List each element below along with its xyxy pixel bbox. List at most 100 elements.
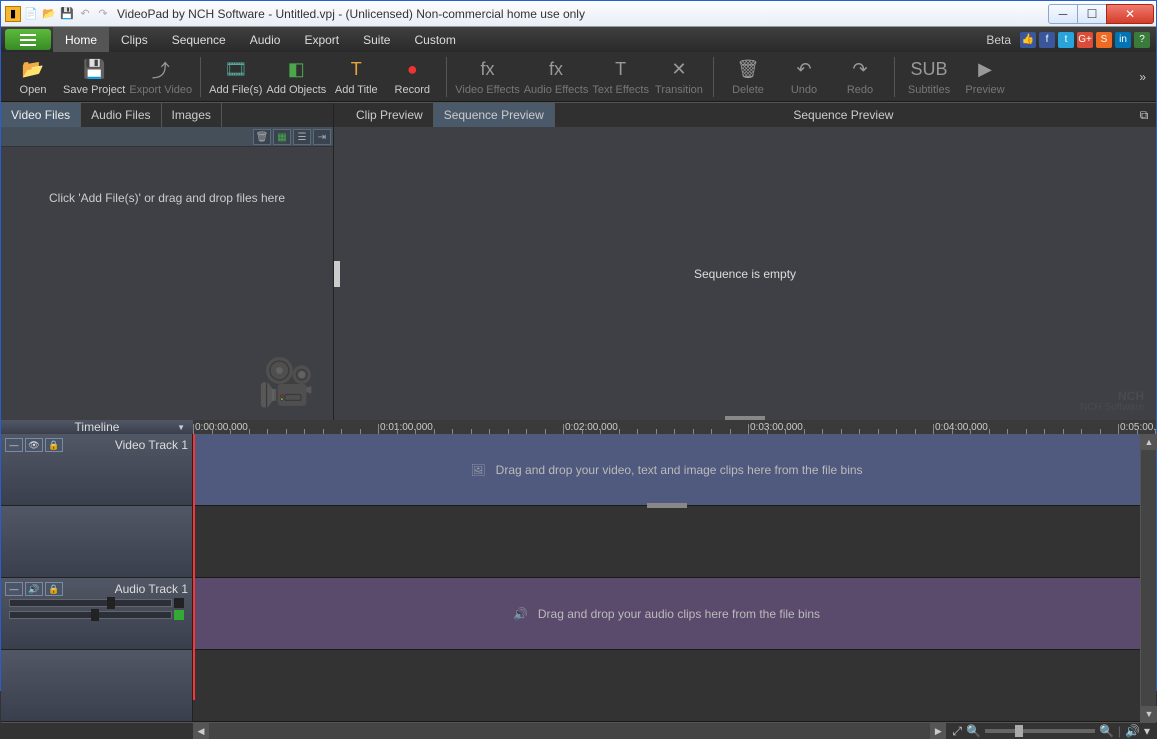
ruler-tick: 0:05:00.000 [1120, 422, 1156, 433]
video-effects-button[interactable]: fxVideo Effects [455, 54, 519, 100]
menu-custom[interactable]: Custom [402, 27, 467, 52]
tab-video-files[interactable]: Video Files [1, 103, 81, 127]
scroll-right-icon[interactable]: ▶ [930, 723, 946, 739]
track-eye-icon[interactable]: 👁 [25, 438, 43, 452]
hamburger-icon [20, 34, 36, 46]
delete-button[interactable]: 🗑Delete [722, 54, 774, 100]
track-lock-icon[interactable]: 🔒 [45, 582, 63, 596]
add-objects-button[interactable]: ◧Add Objects [266, 54, 326, 100]
audio-effects-button[interactable]: fxAudio Effects [524, 54, 589, 100]
minimize-button[interactable]: ─ [1048, 4, 1078, 24]
new-icon[interactable]: 📄 [23, 6, 39, 22]
add-files-button[interactable]: 🎞Add File(s) [209, 54, 262, 100]
separator [713, 57, 714, 97]
add-title-button[interactable]: TAdd Title [330, 54, 382, 100]
bin-delete-icon[interactable]: 🗑 [253, 129, 271, 145]
fx-text-icon: T [609, 58, 633, 82]
track-splitter[interactable] [647, 503, 687, 508]
track-fx-icon[interactable]: — [5, 582, 23, 596]
audio-track-hint: Drag and drop your audio clips here from… [538, 607, 820, 621]
app-menu-button[interactable] [5, 29, 51, 50]
add-objects-icon: ◧ [284, 58, 308, 82]
ribbon-overflow[interactable]: » [1135, 66, 1150, 88]
open-button[interactable]: 📂Open [7, 54, 59, 100]
volume-icon[interactable]: 🔊 [1125, 724, 1140, 738]
detach-preview-icon[interactable]: ⧉ [1132, 108, 1156, 123]
facebook-icon[interactable]: f [1039, 32, 1055, 48]
bin-thumb-icon[interactable]: ▦ [273, 129, 291, 145]
zoom-fit-icon[interactable]: ⤢ [952, 724, 962, 739]
bin-tabs: Video Files Audio Files Images [1, 103, 333, 127]
pane-splitter[interactable] [334, 261, 340, 287]
video-track-dropzone[interactable]: 🖼 Drag and drop your video, text and ima… [193, 434, 1140, 506]
titlebar: ▮ 📄 📂 💾 ↶ ↷ VideoPad by NCH Software - U… [1, 1, 1156, 27]
twitter-icon[interactable]: t [1058, 32, 1074, 48]
tab-sequence-preview[interactable]: Sequence Preview [434, 103, 555, 127]
tab-images[interactable]: Images [162, 103, 222, 127]
preview-empty-text: Sequence is empty [694, 267, 796, 281]
track-mute-icon[interactable]: 🔊 [25, 582, 43, 596]
bin-dropzone[interactable]: Click 'Add File(s)' or drag and drop fil… [1, 147, 333, 420]
maximize-button[interactable]: ☐ [1077, 4, 1107, 24]
zoom-slider[interactable] [985, 729, 1095, 733]
menu-suite[interactable]: Suite [351, 27, 402, 52]
settings-icon[interactable]: ▾ [1144, 724, 1150, 738]
tracks-vertical-scrollbar[interactable]: ▲ ▼ [1140, 434, 1156, 722]
fx-audio-icon: fx [544, 58, 568, 82]
trash-icon: 🗑 [736, 58, 760, 82]
stumble-icon[interactable]: S [1096, 32, 1112, 48]
zoom-in-icon[interactable]: 🔍 [1099, 724, 1114, 738]
tab-clip-preview[interactable]: Clip Preview [346, 103, 434, 127]
scroll-up-icon[interactable]: ▲ [1141, 434, 1157, 450]
googleplus-icon[interactable]: G+ [1077, 32, 1093, 48]
bin-list-icon[interactable]: ☰ [293, 129, 311, 145]
subtitles-button[interactable]: SUBSubtitles [903, 54, 955, 100]
audio-track-dropzone[interactable]: 🔊 Drag and drop your audio clips here fr… [193, 578, 1140, 650]
text-effects-button[interactable]: TText Effects [592, 54, 649, 100]
record-button[interactable]: ●Record [386, 54, 438, 100]
timeline-ruler[interactable]: 0:00:00.0000:01:00.0000:02:00.0000:03:00… [193, 420, 1156, 434]
scroll-left-icon[interactable]: ◀ [193, 723, 209, 739]
undo-button[interactable]: ↶Undo [778, 54, 830, 100]
bin-toolbar: 🗑 ▦ ☰ ⇥ [1, 127, 333, 147]
content-area: Video Files Audio Files Images 🗑 ▦ ☰ ⇥ C… [1, 102, 1156, 420]
timeline-header: Timeline 0:00:00.0000:01:00.0000:02:00.0… [1, 420, 1156, 434]
track-fx-icon[interactable]: — [5, 438, 23, 452]
menu-clips[interactable]: Clips [109, 27, 160, 52]
image-icon: 🖼 [470, 463, 485, 477]
redo-icon[interactable]: ↷ [95, 6, 111, 22]
zoom-out-icon[interactable]: 🔍 [966, 724, 981, 738]
redo-button[interactable]: ↷Redo [834, 54, 886, 100]
scroll-down-icon[interactable]: ▼ [1141, 706, 1157, 722]
menu-sequence[interactable]: Sequence [160, 27, 238, 52]
help-icon[interactable]: ? [1134, 32, 1150, 48]
playhead[interactable] [193, 434, 195, 700]
video-track-name: Video Track 1 [115, 438, 188, 452]
menu-home[interactable]: Home [53, 27, 109, 52]
save-project-button[interactable]: 💾Save Project [63, 54, 125, 100]
undo-icon[interactable]: ↶ [77, 6, 93, 22]
linkedin-icon[interactable]: in [1115, 32, 1131, 48]
menu-audio[interactable]: Audio [238, 27, 293, 52]
save-icon[interactable]: 💾 [59, 6, 75, 22]
tab-audio-files[interactable]: Audio Files [81, 103, 161, 127]
volume-slider[interactable] [9, 598, 184, 608]
pan-slider[interactable] [9, 610, 184, 620]
preview-button[interactable]: ▶Preview [959, 54, 1011, 100]
app-window: ▮ 📄 📂 💾 ↶ ↷ VideoPad by NCH Software - U… [0, 0, 1157, 691]
redo-icon: ↷ [848, 58, 872, 82]
thumbsup-icon[interactable]: 👍 [1020, 32, 1036, 48]
timeline-area: Timeline 0:00:00.0000:01:00.0000:02:00.0… [1, 420, 1156, 670]
video-track-row: — 👁 🔒 Video Track 1 🖼 Drag and drop your… [1, 434, 1140, 506]
floppy-icon: 💾 [82, 58, 106, 82]
menu-export[interactable]: Export [292, 27, 351, 52]
bin-detail-icon[interactable]: ⇥ [313, 129, 331, 145]
track-lock-icon[interactable]: 🔒 [45, 438, 63, 452]
transition-button[interactable]: ✕Transition [653, 54, 705, 100]
timeline-horizontal-scrollbar[interactable]: ◀ ▶ [193, 723, 946, 739]
export-video-button[interactable]: ⤴Export Video [129, 54, 192, 100]
close-button[interactable]: ✕ [1106, 4, 1154, 24]
ruler-tick: 0:03:00.000 [750, 422, 803, 433]
open-icon[interactable]: 📂 [41, 6, 57, 22]
timeline-mode-dropdown[interactable]: Timeline [1, 420, 193, 434]
